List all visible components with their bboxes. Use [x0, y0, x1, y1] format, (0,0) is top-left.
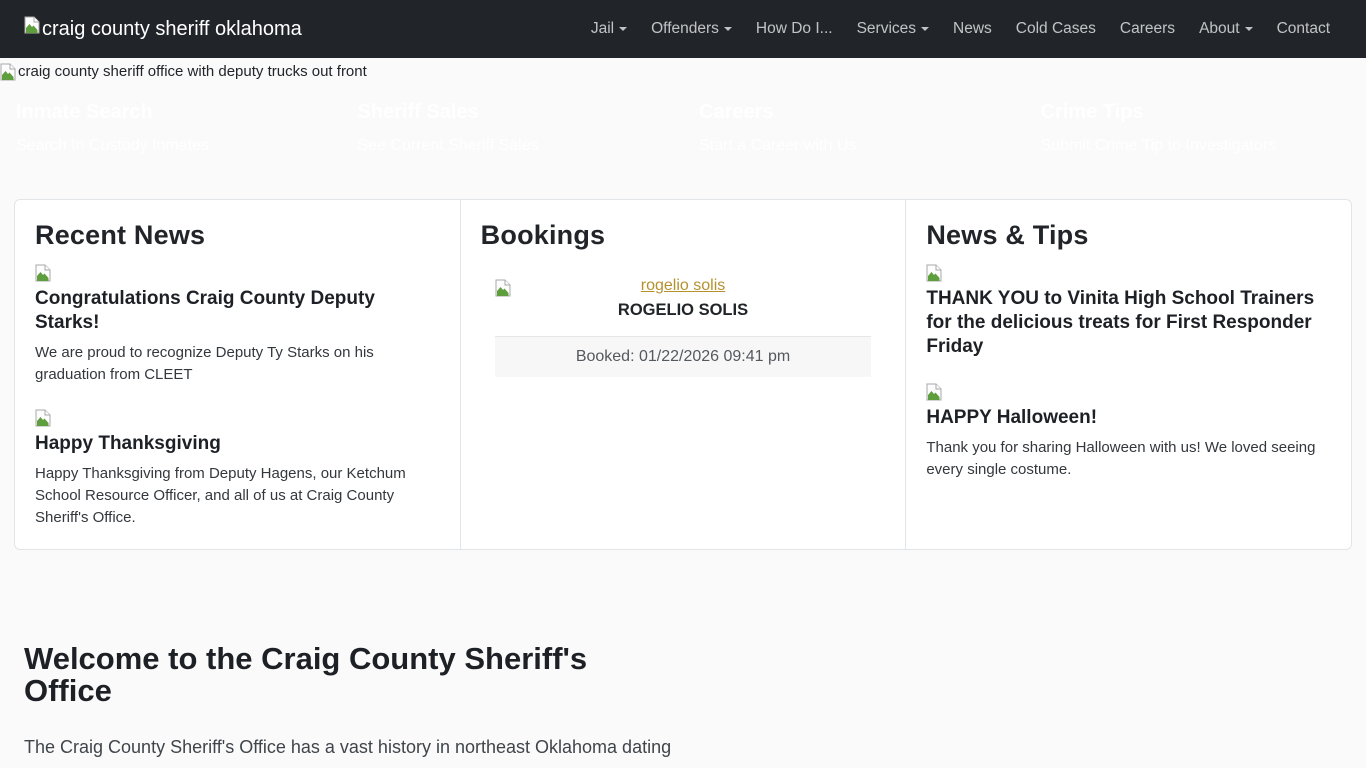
hero-image-broken: craig county sheriff office with deputy … — [0, 58, 1366, 81]
card-title: Bookings — [481, 220, 886, 251]
caret-down-icon — [1245, 27, 1253, 31]
news-item: HAPPY Halloween! Thank you for sharing H… — [926, 383, 1331, 480]
nav-item-offenders[interactable]: Offenders — [639, 12, 744, 46]
promo-crime-tips[interactable]: Crime Tips Submit Crime Tip to Investiga… — [1025, 101, 1366, 155]
broken-image-icon — [926, 264, 942, 282]
brand-link[interactable]: craig county sheriff oklahoma — [24, 16, 302, 42]
news-item-text: Thank you for sharing Halloween with us!… — [926, 437, 1326, 481]
promo-row: Inmate Search Search In Custody Inmates … — [0, 101, 1366, 155]
nav-item-jail[interactable]: Jail — [579, 12, 639, 46]
news-item-text: We are proud to recognize Deputy Ty Star… — [35, 342, 435, 386]
card-title: Recent News — [35, 220, 440, 251]
nav-item-about[interactable]: About — [1187, 12, 1265, 46]
top-navbar: craig county sheriff oklahoma Jail Offen… — [0, 0, 1366, 58]
broken-image-icon — [0, 63, 16, 81]
page-title: Welcome to the Craig County Sheriff's Of… — [24, 643, 644, 707]
broken-image-icon — [35, 409, 51, 427]
nav-item-how-do-i[interactable]: How Do I... — [744, 12, 845, 46]
welcome-section: Welcome to the Craig County Sheriff's Of… — [0, 643, 700, 768]
news-item-heading[interactable]: HAPPY Halloween! — [926, 406, 1331, 430]
inmate-link[interactable]: rogelio solis — [641, 277, 725, 294]
caret-down-icon — [619, 27, 627, 31]
cards-row: Recent News Congratulations Craig County… — [14, 199, 1352, 550]
recent-news-card: Recent News Congratulations Craig County… — [14, 199, 461, 550]
nav-item-label: About — [1199, 20, 1240, 37]
caret-down-icon — [921, 27, 929, 31]
nav-item-label: News — [953, 20, 992, 37]
caret-down-icon — [724, 27, 732, 31]
nav-item-news[interactable]: News — [941, 12, 1004, 46]
news-item-text: Happy Thanksgiving from Deputy Hagens, o… — [35, 463, 435, 528]
broken-image-icon — [926, 383, 942, 401]
news-item: Congratulations Craig County Deputy Star… — [35, 264, 440, 385]
news-tips-card: News & Tips THANK YOU to Vinita High Sch… — [905, 199, 1352, 550]
news-item: Happy Thanksgiving Happy Thanksgiving fr… — [35, 409, 440, 528]
broken-image-icon — [495, 279, 511, 297]
navbar-menu: Jail Offenders How Do I... Services News… — [579, 12, 1342, 46]
news-item-heading[interactable]: THANK YOU to Vinita High School Trainers… — [926, 287, 1331, 359]
welcome-paragraph: The Craig County Sheriff's Office has a … — [24, 733, 672, 768]
booking-timestamp: Booked: 01/22/2026 09:41 pm — [495, 336, 872, 377]
broken-image-icon — [24, 16, 40, 34]
booking-header: rogelio solis — [495, 277, 872, 295]
nav-item-label: Cold Cases — [1016, 20, 1096, 37]
hero-image-alt-text: craig county sheriff office with deputy … — [18, 63, 367, 80]
booking-entry: rogelio solis ROGELIO SOLIS Booked: 01/2… — [495, 277, 872, 377]
brand-alt-text: craig county sheriff oklahoma — [42, 16, 302, 42]
nav-item-label: Jail — [591, 20, 614, 37]
bookings-card: Bookings rogelio solis ROGELIO SOLIS Boo… — [460, 199, 907, 550]
nav-item-careers[interactable]: Careers — [1108, 12, 1187, 46]
promo-careers[interactable]: Careers Start a Career with Us — [683, 101, 1025, 155]
news-item-heading[interactable]: Congratulations Craig County Deputy Star… — [35, 287, 440, 335]
card-title: News & Tips — [926, 220, 1331, 251]
nav-item-label: Careers — [1120, 20, 1175, 37]
nav-item-label: Contact — [1277, 20, 1330, 37]
promo-subtitle: Submit Crime Tip to Investigators — [1041, 137, 1351, 155]
promo-title: Inmate Search — [16, 101, 326, 124]
promo-sheriff-sales[interactable]: Sheriff Sales See Current Sheriff Sales — [342, 101, 684, 155]
promo-title: Careers — [699, 101, 1009, 124]
broken-image-icon — [35, 264, 51, 282]
news-item-heading[interactable]: Happy Thanksgiving — [35, 432, 440, 456]
nav-item-label: Offenders — [651, 20, 719, 37]
promo-subtitle: Start a Career with Us — [699, 137, 1009, 155]
news-item: THANK YOU to Vinita High School Trainers… — [926, 264, 1331, 359]
inmate-name: ROGELIO SOLIS — [495, 301, 872, 320]
hero-section: craig county sheriff office with deputy … — [0, 58, 1366, 155]
nav-item-label: Services — [857, 20, 916, 37]
nav-item-contact[interactable]: Contact — [1265, 12, 1342, 46]
promo-inmate-search[interactable]: Inmate Search Search In Custody Inmates — [0, 101, 342, 155]
promo-subtitle: Search In Custody Inmates — [16, 137, 326, 155]
promo-title: Sheriff Sales — [358, 101, 668, 124]
promo-subtitle: See Current Sheriff Sales — [358, 137, 668, 155]
nav-item-cold-cases[interactable]: Cold Cases — [1004, 12, 1108, 46]
promo-title: Crime Tips — [1041, 101, 1351, 124]
nav-item-label: How Do I... — [756, 20, 833, 37]
nav-item-services[interactable]: Services — [845, 12, 941, 46]
